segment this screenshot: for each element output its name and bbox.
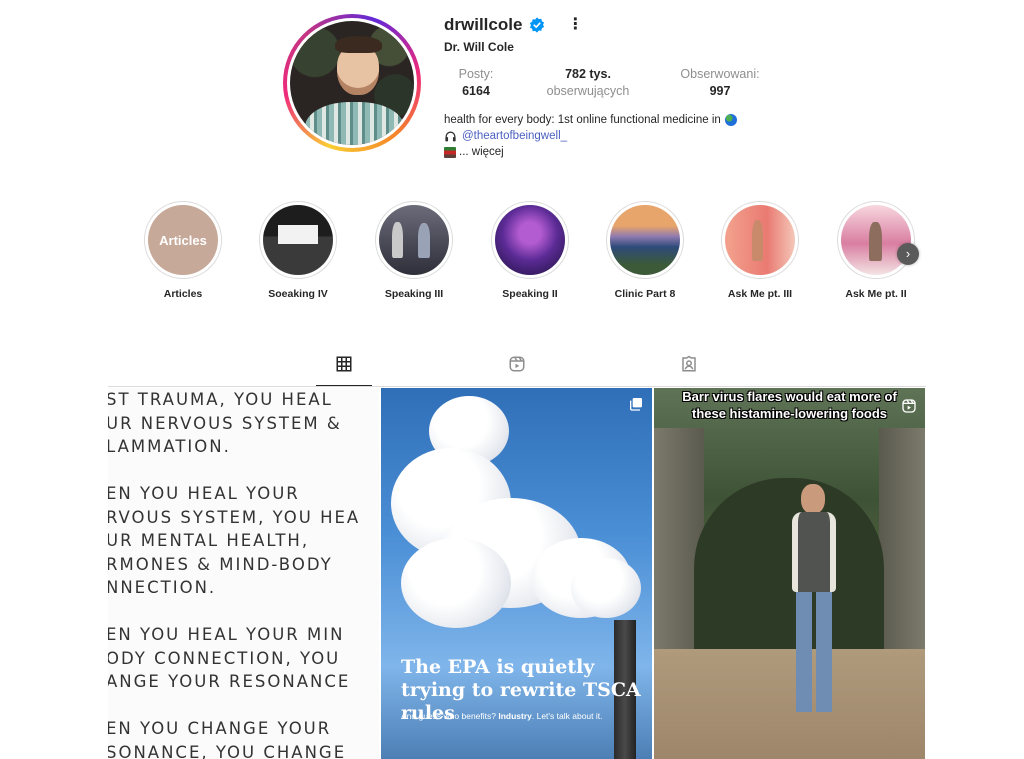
tabs-divider xyxy=(108,386,926,387)
bio-mention-link[interactable]: @theartofbeingwell_ xyxy=(462,128,567,144)
highlight-label: Speaking III xyxy=(384,288,444,300)
reel-caption: Barr virus flares would eat more of thes… xyxy=(682,389,897,421)
highlight-clinic-part-8[interactable]: Clinic Part 8 xyxy=(606,201,684,300)
carousel-icon xyxy=(630,398,642,411)
tagged-icon xyxy=(682,355,696,372)
highlight-cover xyxy=(610,205,680,275)
following-label: Obserwowani: xyxy=(680,67,760,81)
username-row: drwillcole ⋮ xyxy=(444,14,583,36)
more-options-icon[interactable]: ⋮ xyxy=(567,17,583,33)
highlight-label: Clinic Part 8 xyxy=(614,288,676,300)
avatar xyxy=(290,21,414,145)
highlight-ask-me-pt-iii[interactable]: Ask Me pt. III xyxy=(721,201,799,300)
posts-label: Posty: xyxy=(458,67,494,81)
highlight-soeaking-iv[interactable]: Soeaking IV xyxy=(259,201,337,300)
highlight-label: Soeaking IV xyxy=(268,288,328,300)
books-icon xyxy=(444,146,456,158)
highlight-ask-me-pt-ii[interactable]: Ask Me pt. II xyxy=(837,201,915,300)
bio-more-link[interactable]: ... więcej xyxy=(459,144,504,160)
globe-icon xyxy=(724,114,737,126)
posts-value: 6164 xyxy=(462,84,490,98)
highlight-speaking-ii[interactable]: Speaking II xyxy=(491,201,569,300)
person xyxy=(801,484,825,514)
reels-icon xyxy=(509,356,525,372)
post-tile-reel-histamine[interactable]: Barr virus flares would eat more of thes… xyxy=(654,388,925,759)
highlight-cover xyxy=(495,205,565,275)
posts-count: Posty: 6164 xyxy=(446,66,506,100)
post-tile-trauma-text[interactable]: ST TRAUMA, YOU HEAL UR NERVOUS SYSTEM & … xyxy=(108,388,379,759)
tab-tagged[interactable] xyxy=(661,355,717,387)
highlight-speaking-iii[interactable]: Speaking III xyxy=(375,201,453,300)
chevron-right-icon[interactable]: › xyxy=(897,243,919,265)
highlight-label: Articles xyxy=(163,288,203,300)
highlight-cover-text: Articles xyxy=(159,232,207,248)
post-image-text: ST TRAUMA, YOU HEAL UR NERVOUS SYSTEM & … xyxy=(108,390,361,759)
following-value: 997 xyxy=(709,84,731,98)
highlight-articles[interactable]: Articles Articles xyxy=(144,201,222,300)
profile-avatar-ring[interactable] xyxy=(283,14,421,152)
post-subline: And guess who benefits? Industry. Let's … xyxy=(401,711,603,721)
followers-label: obserwujących xyxy=(546,84,630,98)
verified-badge-icon xyxy=(530,17,545,33)
highlight-cover xyxy=(725,205,795,275)
full-name: Dr. Will Cole xyxy=(444,40,514,54)
highlight-label: Ask Me pt. III xyxy=(727,288,793,300)
tab-posts[interactable] xyxy=(316,355,372,387)
tab-reels[interactable] xyxy=(489,355,545,387)
followers-value: 782 tys. xyxy=(565,67,611,81)
username: drwillcole xyxy=(444,15,523,34)
post-tile-epa[interactable]: The EPA is quietly trying to rewrite TSC… xyxy=(381,388,652,759)
highlight-cover xyxy=(841,205,911,275)
highlight-label: Ask Me pt. II xyxy=(845,288,907,300)
highlight-label: Speaking II xyxy=(502,288,558,300)
grid-icon xyxy=(336,356,352,372)
highlight-cover xyxy=(379,205,449,275)
followers-link[interactable]: 782 tys. obserwujących xyxy=(534,66,642,100)
following-link[interactable]: Obserwowani: 997 xyxy=(668,66,772,100)
bio-text: health for every body: 1st online functi… xyxy=(444,114,721,126)
bio: health for every body: 1st online functi… xyxy=(444,112,737,160)
headphones-icon xyxy=(445,131,456,141)
reels-icon xyxy=(902,399,916,413)
highlight-cover: Articles xyxy=(148,205,218,275)
highlight-cover xyxy=(263,205,333,275)
